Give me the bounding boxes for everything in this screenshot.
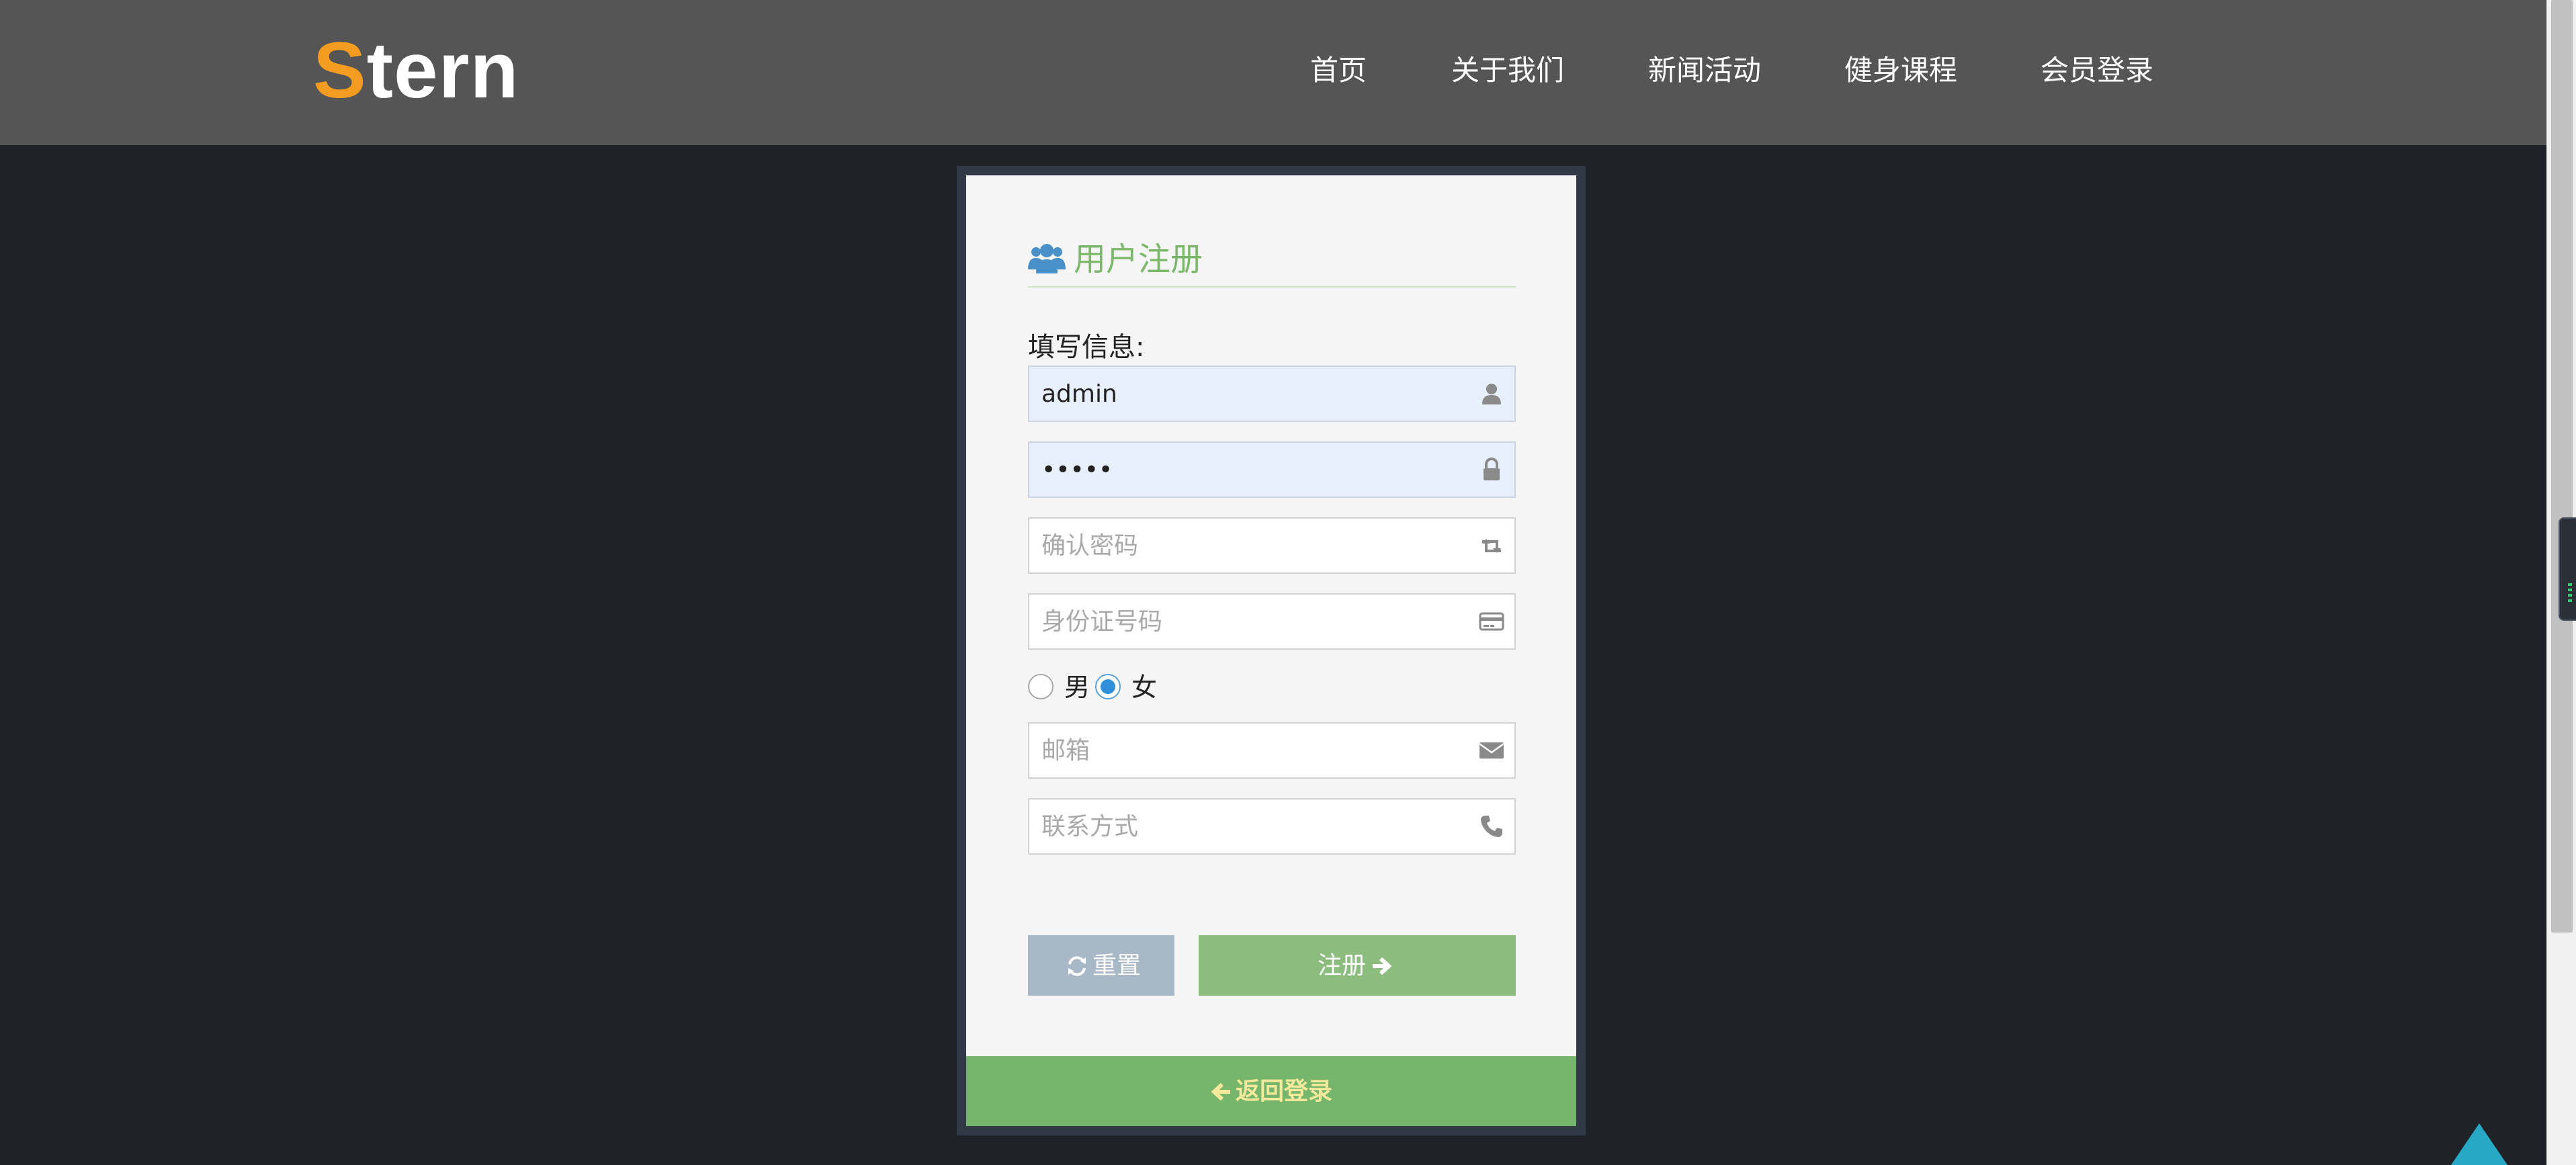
- submit-label: 注册: [1317, 952, 1366, 980]
- gender-female-radio[interactable]: [1095, 674, 1121, 699]
- gender-female-label: 女: [1131, 673, 1158, 702]
- nav-member-login[interactable]: 会员登录: [2041, 47, 2153, 94]
- lock-icon: [1484, 458, 1500, 480]
- logo-letter-s: S: [313, 26, 367, 115]
- email-field: [1028, 722, 1516, 779]
- site-logo[interactable]: Stern: [313, 27, 519, 114]
- scrollbar-thumb[interactable]: [2551, 0, 2573, 933]
- nav-about[interactable]: 关于我们: [1451, 47, 1564, 94]
- back-to-top-icon[interactable]: [2451, 1123, 2507, 1165]
- side-panel-handle[interactable]: [2559, 517, 2576, 621]
- confirm-password-field: [1028, 517, 1516, 574]
- register-submit-button[interactable]: 注册: [1199, 935, 1516, 996]
- gender-male-label: 男: [1064, 673, 1090, 702]
- users-icon: [1028, 244, 1066, 273]
- reset-button[interactable]: 重置: [1028, 935, 1174, 996]
- nav-courses[interactable]: 健身课程: [1844, 47, 1957, 94]
- email-input[interactable]: [1029, 724, 1459, 777]
- refresh-icon: [1068, 956, 1086, 976]
- fill-info-label: 填写信息:: [1028, 332, 1145, 363]
- gender-male-radio[interactable]: [1028, 674, 1054, 699]
- register-card: 用户注册 填写信息: admin ••••• 确认密码 身份证号码 男 女 邮箱…: [966, 175, 1576, 1056]
- back-to-login-label: 返回登录: [1235, 1078, 1332, 1105]
- card-title: 用户注册: [1074, 241, 1203, 278]
- confirm-password-input[interactable]: [1029, 519, 1459, 572]
- id-number-input[interactable]: [1029, 595, 1459, 648]
- phone-field: [1028, 798, 1516, 855]
- site-header: Stern 首页 关于我们 新闻活动 健身课程 会员登录: [0, 0, 2546, 145]
- card-header: 用户注册: [1028, 236, 1516, 283]
- back-to-login-link[interactable]: 返回登录: [966, 1056, 1576, 1126]
- logo-text: tern: [366, 26, 519, 115]
- reset-label: 重置: [1092, 952, 1141, 980]
- password-field: [1028, 441, 1516, 498]
- phone-input[interactable]: [1029, 800, 1459, 853]
- arrow-right-icon: [1373, 957, 1392, 976]
- password-input[interactable]: [1029, 443, 1459, 497]
- id-number-field: [1028, 593, 1516, 650]
- title-divider: [1028, 286, 1516, 288]
- phone-icon: [1481, 816, 1502, 837]
- retweet-icon: [1482, 539, 1501, 553]
- user-icon: [1482, 384, 1501, 404]
- nav-home[interactable]: 首页: [1310, 47, 1367, 94]
- nav-news[interactable]: 新闻活动: [1648, 47, 1761, 94]
- username-input[interactable]: [1029, 367, 1459, 421]
- envelope-icon: [1479, 742, 1504, 759]
- gender-radio-group: 男 女: [1028, 668, 1297, 706]
- credit-card-icon: [1479, 612, 1504, 631]
- arrow-left-icon: [1211, 1082, 1230, 1101]
- username-field: [1028, 365, 1516, 422]
